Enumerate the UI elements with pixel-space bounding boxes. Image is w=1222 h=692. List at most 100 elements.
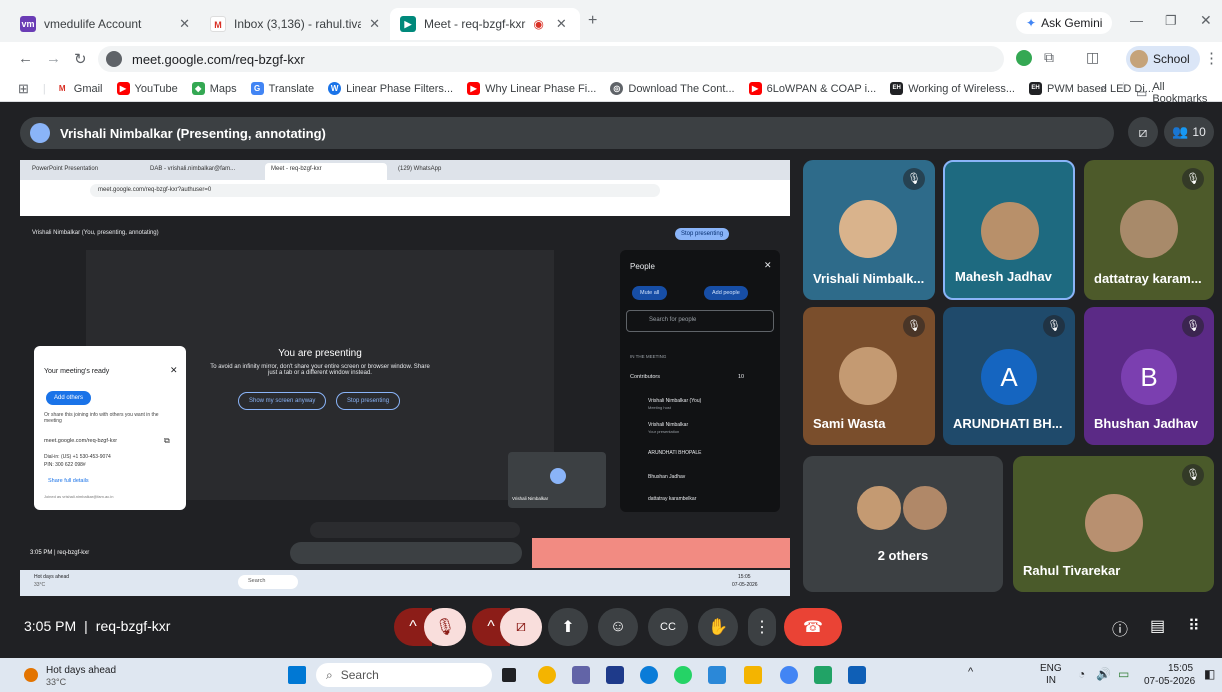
participant-tile-mahesh[interactable]: Mahesh Jadhav [943,160,1075,300]
language[interactable]: ENG [1040,663,1062,674]
close-icon[interactable]: ✕ [764,260,772,271]
copy-icon[interactable]: ⧉ [164,436,170,446]
bookmark-label: Download The Cont... [628,82,735,95]
info-icon[interactable]: ⓘ [1112,616,1128,640]
chrome-icon[interactable] [780,666,798,684]
notification-icon[interactable]: ◧ [1204,667,1215,681]
close-icon[interactable]: ✕ [556,16,567,32]
meet-link: meet.google.com/req-bzgf-kxr [44,438,118,444]
restore-button[interactable]: ❐ [1165,13,1177,29]
bookmark-translate[interactable]: G Translate [250,82,314,95]
contributors-count: 10 [738,374,745,380]
bookmark-wireless[interactable]: EH Working of Wireless... [890,82,1015,95]
add-others-button[interactable]: Add others [46,391,92,405]
bookmark-label: YouTube [134,82,178,95]
sidepanel-icon[interactable]: ◫ [1086,49,1099,66]
mirror-stop-presenting-button[interactable]: Stop presenting [336,392,401,410]
file-explorer-icon[interactable] [744,666,762,684]
edge-icon[interactable] [640,666,658,684]
more-vert-icon: ⋮ [754,619,770,636]
taskbar-search[interactable]: ⌕ Search [316,663,492,687]
bookmark-linear-phase[interactable]: W Linear Phase Filters... [328,82,453,95]
avatar [839,347,897,405]
mic-toggle-button[interactable]: 🎙 [424,608,466,646]
participant-tile-vrishali[interactable]: 🎙 Vrishali Nimbalk... [803,160,935,300]
meeting-ready-title: Your meeting's ready [44,368,110,375]
ask-gemini-button[interactable]: ✦ Ask Gemini [1016,12,1113,34]
activities-icon[interactable]: ⠿ [1188,616,1200,636]
close-icon[interactable]: ✕ [369,16,380,32]
windows-start-icon[interactable] [288,666,306,684]
more-options-button[interactable]: ⋮ [748,608,776,646]
presenter-label: Vrishali Nimbalkar (Presenting, annotati… [60,125,326,141]
participant-tile-sami[interactable]: 🎙 Sami Wasta [803,307,935,445]
minimize-button[interactable]: — [1130,13,1143,28]
site-info-icon[interactable] [106,51,122,67]
raise-hand-button[interactable]: ✋ [698,608,738,646]
bookmark-6lowpan[interactable]: ▶ 6LoWPAN & COAP i... [748,82,876,95]
store-icon[interactable] [606,666,624,684]
mic-off-icon: 🎙 [1182,464,1204,486]
avatar [550,468,566,484]
tab-vmedulife[interactable]: vm vmedulife Account ✕ [10,8,200,40]
teams-icon[interactable] [572,666,590,684]
close-icon[interactable]: ✕ [179,16,190,32]
tab-meet[interactable]: ▶ Meet - req-bzgf-kxr ◉ ✕ [390,8,580,40]
copilot-icon[interactable] [708,666,726,684]
participant-count: 10 [1192,125,1206,139]
hide-presentation-icon[interactable]: ⧄ [1128,117,1158,147]
close-icon[interactable]: ✕ [170,365,178,376]
whatsapp-icon[interactable] [674,666,692,684]
youtube-icon: ▶ [748,82,762,95]
volume-icon[interactable]: 🔊 [1096,667,1111,681]
extension-icon[interactable] [1016,50,1032,66]
puzzle-icon[interactable]: ⧉ [1044,49,1054,66]
mute-all-button[interactable]: Mute all [632,286,668,300]
reactions-button[interactable]: ☺ [598,608,638,646]
bookmark-label: Why Linear Phase Fi... [485,82,597,95]
forward-icon[interactable]: → [46,50,61,67]
task-view-icon[interactable] [502,668,516,682]
leave-call-button[interactable]: ☎ [784,608,842,646]
chevron-up-icon[interactable]: ^ [968,666,973,678]
bookmark-maps[interactable]: ◆ Maps [191,82,237,95]
excel-icon[interactable] [814,666,832,684]
battery-icon[interactable]: ▭ [1118,667,1129,681]
bookmark-gmail[interactable]: M Gmail [55,82,103,95]
participant-tile-rahul[interactable]: 🎙 Rahul Tivarekar [1013,456,1214,592]
address-bar[interactable]: meet.google.com/req-bzgf-kxr [98,46,1004,72]
reload-icon[interactable]: ↻ [74,50,87,68]
clock-time[interactable]: 15:05 [1168,663,1193,674]
participants-button[interactable]: 👥 10 [1164,117,1214,147]
menu-icon[interactable]: ⋮ [1204,49,1219,67]
apps-grid-icon[interactable]: ⊞ [18,81,29,97]
app-icon[interactable] [848,666,866,684]
camera-toggle-button[interactable]: ⧄ [500,608,542,646]
participant-tile-others[interactable]: 2 others [803,456,1003,592]
profile-button[interactable]: School [1126,46,1200,72]
new-tab-button[interactable]: + [588,12,597,30]
inner-stop-presenting-button[interactable]: Stop presenting [675,228,730,240]
tab-gmail[interactable]: M Inbox (3,136) - rahul.tivarekar@... ✕ [200,8,390,40]
present-button[interactable]: ⬆ [548,608,588,646]
wifi-icon[interactable]: ◔ [1078,667,1085,681]
weather-text[interactable]: Hot days ahead [46,665,116,676]
show-screen-anyway-button[interactable]: Show my screen anyway [238,392,327,410]
add-people-button[interactable]: Add people [704,286,748,300]
bookmark-download[interactable]: ◎ Download The Cont... [610,82,735,95]
person-name: dattatray karambelkar [648,496,697,502]
more-bookmarks-button[interactable]: » [1100,82,1107,96]
bookmark-youtube[interactable]: ▶ YouTube [116,82,178,95]
share-full-details-link[interactable]: Share full details [48,478,89,484]
captions-button[interactable]: CC [648,608,688,646]
meeting-details: 3:05 PM | req-bzgf-kxr [24,618,170,634]
close-window-button[interactable]: ✕ [1200,12,1212,29]
participant-tile-bhushan[interactable]: 🎙 B Bhushan Jadhav [1084,307,1214,445]
chat-icon[interactable]: ▤ [1150,616,1165,636]
search-people-input[interactable]: Search for people [626,310,774,332]
widgets-icon[interactable] [538,666,556,684]
participant-tile-arundhati[interactable]: 🎙 A ARUNDHATI BH... [943,307,1075,445]
bookmark-why-linear[interactable]: ▶ Why Linear Phase Fi... [467,82,596,95]
back-icon[interactable]: ← [18,50,33,67]
participant-tile-dattatray[interactable]: 🎙 dattatray karam... [1084,160,1214,300]
